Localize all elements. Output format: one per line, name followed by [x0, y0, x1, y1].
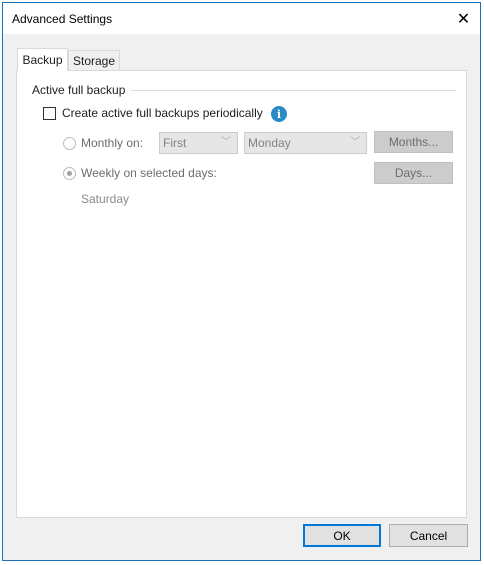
close-icon: ✕ — [456, 10, 471, 28]
week-number-value: First — [163, 136, 187, 150]
days-button[interactable]: Days... — [374, 162, 453, 184]
tab-backup-label: Backup — [22, 53, 63, 67]
monthly-label: Monthly on: — [81, 136, 144, 150]
info-icon[interactable]: i — [271, 106, 287, 122]
tab-storage-label: Storage — [72, 54, 116, 68]
ok-button[interactable]: OK — [303, 524, 381, 547]
periodic-active-full-label[interactable]: Create active full backups periodically — [62, 106, 263, 120]
backup-tab-panel: Active full backup Create active full ba… — [16, 70, 467, 518]
selected-days-summary: Saturday — [81, 192, 130, 206]
weekly-radio[interactable] — [63, 167, 76, 180]
dialog-title: Advanced Settings — [12, 12, 113, 26]
group-label-active-full-backup: Active full backup — [32, 83, 126, 97]
title-bar: Advanced Settings ✕ — [3, 3, 480, 34]
week-number-select[interactable]: First ﹀ — [159, 132, 238, 154]
close-button[interactable]: ✕ — [447, 3, 480, 34]
monthly-radio[interactable] — [63, 137, 76, 150]
weekday-value: Monday — [248, 136, 291, 150]
advanced-settings-dialog: Advanced Settings ✕ Backup Storage Activ… — [2, 2, 481, 561]
weekday-select[interactable]: Monday ﹀ — [244, 132, 367, 154]
tab-backup[interactable]: Backup — [17, 48, 68, 71]
chevron-down-icon: ﹀ — [350, 137, 360, 148]
tab-storage[interactable]: Storage — [68, 50, 120, 71]
months-button[interactable]: Months... — [374, 131, 453, 153]
chevron-down-icon: ﹀ — [221, 137, 231, 148]
cancel-button[interactable]: Cancel — [389, 524, 468, 547]
periodic-active-full-checkbox[interactable] — [43, 107, 56, 120]
weekly-label: Weekly on selected days: — [81, 166, 217, 180]
group-separator — [131, 90, 456, 91]
